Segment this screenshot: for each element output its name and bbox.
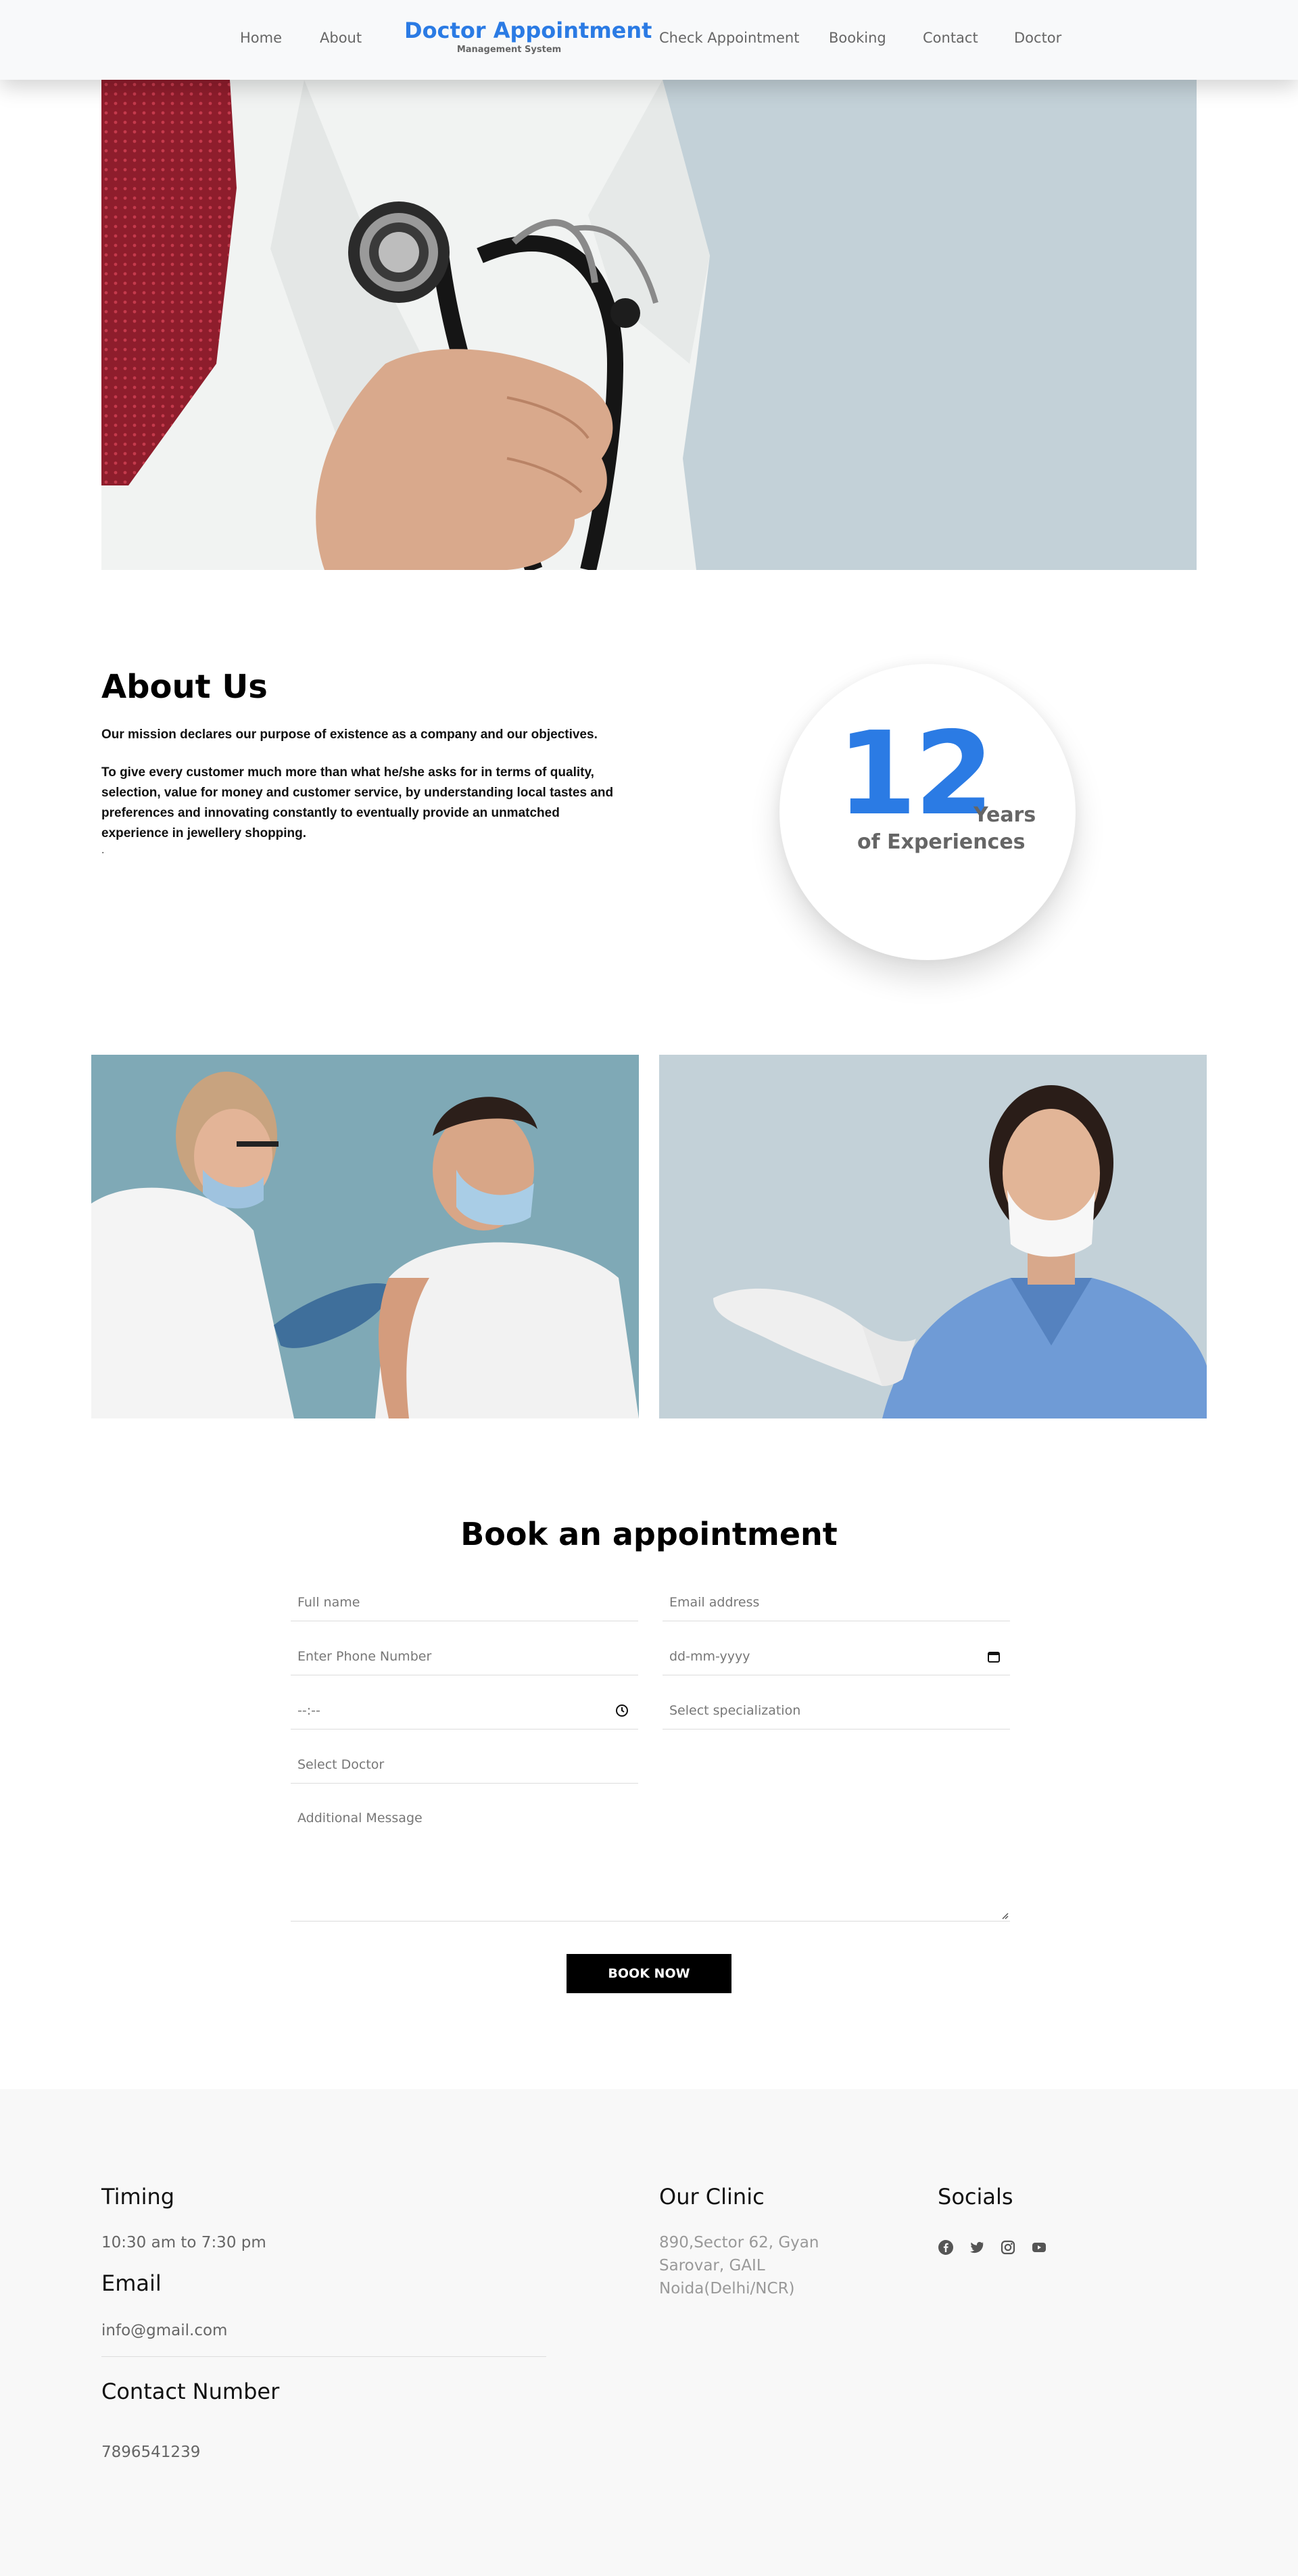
socials-title: Socials bbox=[938, 2184, 1013, 2210]
doctor-select[interactable]: Select Doctor bbox=[291, 1746, 638, 1784]
booking-title: Book an appointment bbox=[460, 1516, 838, 1552]
navbar: Home About Doctor Appointment Management… bbox=[0, 0, 1298, 80]
experience-number: 12 bbox=[837, 707, 994, 841]
doctor-placeholder: Select Doctor bbox=[297, 1757, 385, 1772]
phone-field[interactable]: Enter Phone Number bbox=[291, 1638, 638, 1675]
additional-message-textarea[interactable]: Additional Message bbox=[291, 1798, 1010, 1922]
footer-divider bbox=[101, 2356, 546, 2357]
timing-value: 10:30 am to 7:30 pm bbox=[101, 2234, 266, 2251]
brand-logo[interactable]: Doctor Appointment Management System bbox=[404, 18, 652, 55]
message-placeholder: Additional Message bbox=[297, 1811, 423, 1826]
book-now-button[interactable]: BOOK NOW bbox=[567, 1954, 731, 1993]
time-field[interactable]: --:-- bbox=[291, 1692, 638, 1730]
phone-placeholder: Enter Phone Number bbox=[297, 1649, 432, 1664]
experience-sub-label: of Experiences bbox=[857, 830, 1026, 854]
nav-link-doctor[interactable]: Doctor bbox=[1014, 30, 1061, 46]
photo-nurse-presenting bbox=[659, 1055, 1207, 1418]
nav-link-booking[interactable]: Booking bbox=[829, 30, 886, 46]
instagram-icon[interactable] bbox=[1000, 2239, 1016, 2256]
brand-subtitle: Management System bbox=[456, 45, 562, 55]
email-placeholder: Email address bbox=[669, 1595, 760, 1610]
specialization-select[interactable]: Select specialization bbox=[663, 1692, 1010, 1730]
nav-link-home[interactable]: Home bbox=[240, 30, 282, 46]
contact-number-title: Contact Number bbox=[101, 2379, 280, 2404]
full-name-field[interactable]: Full name bbox=[291, 1583, 638, 1621]
clinic-address-line-1: 890,Sector 62, Gyan bbox=[659, 2234, 819, 2251]
hero-image-doctor-stethoscope bbox=[101, 80, 1197, 570]
youtube-icon[interactable] bbox=[1031, 2239, 1047, 2256]
full-name-placeholder: Full name bbox=[297, 1595, 360, 1610]
email-field[interactable]: Email address bbox=[663, 1583, 1010, 1621]
clinic-address-line-2: Sarovar, GAIL bbox=[659, 2257, 765, 2274]
clinic-title: Our Clinic bbox=[659, 2184, 765, 2210]
date-placeholder: dd-mm-yyyy bbox=[669, 1649, 750, 1664]
facebook-icon[interactable] bbox=[938, 2239, 954, 2256]
calendar-icon[interactable] bbox=[987, 1650, 1001, 1663]
nav-link-contact[interactable]: Contact bbox=[923, 30, 978, 46]
about-mission-text: Our mission declares our purpose of exis… bbox=[101, 728, 598, 742]
clinic-address-line-3: Noida(Delhi/NCR) bbox=[659, 2280, 795, 2297]
photo-doctor-vaccinating-patient bbox=[91, 1055, 639, 1418]
email-title: Email bbox=[101, 2270, 162, 2296]
time-placeholder: --:-- bbox=[297, 1703, 320, 1718]
resize-handle-icon[interactable] bbox=[1001, 1911, 1009, 1919]
nav-link-about[interactable]: About bbox=[320, 30, 362, 46]
about-trailing-text: . bbox=[101, 845, 105, 856]
experience-years-label: Years bbox=[974, 803, 1036, 827]
about-title: About Us bbox=[101, 668, 268, 706]
clock-icon[interactable] bbox=[615, 1704, 629, 1717]
contact-number-value[interactable]: 7896541239 bbox=[101, 2441, 200, 2464]
about-description-text: To give every customer much more than wh… bbox=[101, 765, 614, 840]
date-field[interactable]: dd-mm-yyyy bbox=[663, 1638, 1010, 1675]
timing-title: Timing bbox=[101, 2184, 175, 2210]
twitter-icon[interactable] bbox=[969, 2239, 985, 2256]
brand-title: Doctor Appointment bbox=[404, 18, 652, 43]
specialization-placeholder: Select specialization bbox=[669, 1703, 801, 1718]
email-value[interactable]: info@gmail.com bbox=[101, 2319, 227, 2342]
nav-link-check-appointment[interactable]: Check Appointment bbox=[659, 30, 799, 46]
